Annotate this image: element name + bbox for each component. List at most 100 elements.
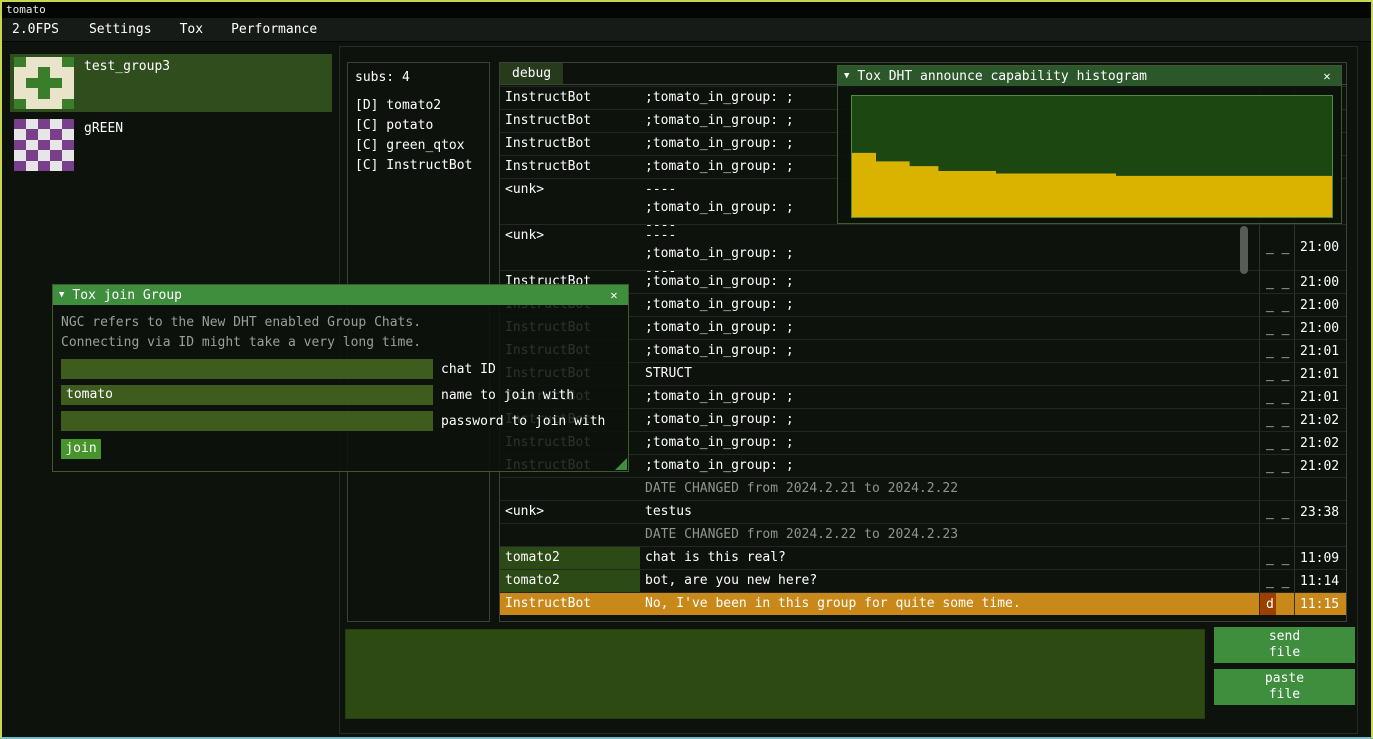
sender-name: InstructBot [500, 593, 640, 615]
message-text: ;tomato_in_group: ; [640, 317, 1259, 339]
message-time: 21:00 [1294, 225, 1346, 270]
message-text: ;tomato_in_group: ; [640, 455, 1259, 477]
message-text: No, I've been in this group for quite so… [640, 593, 1259, 615]
send-file-button[interactable]: send file [1214, 627, 1355, 663]
message-time: 23:38 [1294, 501, 1346, 523]
sender-name: InstructBot [500, 133, 640, 155]
message-text: testus [640, 501, 1259, 523]
sender-name [500, 524, 640, 546]
join-name-row: tomato name to join with [61, 385, 620, 405]
message-time: 11:15 [1294, 593, 1346, 615]
subscriber-item[interactable]: [D] tomato2 [355, 96, 482, 116]
message-time: 21:01 [1294, 363, 1346, 385]
join-name-input[interactable]: tomato [61, 385, 433, 405]
message-text: bot, are you new here? [640, 570, 1259, 592]
chat-id-label: chat ID [441, 362, 496, 377]
join-info-line: Connecting via ID might take a very long… [61, 333, 620, 353]
message-time: 21:00 [1294, 294, 1346, 316]
window-titlebar[interactable]: tomato [2, 2, 1371, 18]
message-flags: d [1259, 593, 1294, 615]
join-group-titlebar[interactable]: ▼ Tox join Group ✕ [53, 285, 628, 305]
join-password-label: password to join with [441, 414, 605, 429]
group-item-test-group3[interactable]: test_group3 [10, 54, 332, 112]
chat-message-row[interactable]: <unk> ---- ;tomato_in_group: ; ---- _ _ … [500, 224, 1346, 270]
chat-message-row[interactable]: tomato2 chat is this real? _ _ 11:09 [500, 546, 1346, 569]
sender-name: InstructBot [500, 156, 640, 178]
tab-debug[interactable]: debug [500, 63, 563, 84]
chat-message-row[interactable]: InstructBot No, I've been in this group … [500, 592, 1346, 615]
message-flags: _ _ [1259, 501, 1294, 523]
message-text: ;tomato_in_group: ; [640, 340, 1259, 362]
sender-name: <unk> [500, 225, 640, 270]
dht-histogram-window: ▼ Tox DHT announce capability histogram … [837, 65, 1342, 224]
join-password-input[interactable] [61, 411, 433, 431]
chat-message-row[interactable]: DATE CHANGED from 2024.2.21 to 2024.2.22 [500, 477, 1346, 500]
join-password-row: password to join with [61, 411, 620, 431]
subscriber-item[interactable]: [C] InstructBot [355, 156, 482, 176]
close-icon[interactable]: ✕ [1319, 69, 1335, 83]
chat-message-row[interactable]: <unk> testus _ _ 23:38 [500, 500, 1346, 523]
group-avatar-icon [14, 57, 74, 109]
message-input[interactable] [345, 629, 1205, 719]
join-info-line: NGC refers to the New DHT enabled Group … [61, 313, 620, 333]
subscriber-item[interactable]: [C] potato [355, 116, 482, 136]
sender-name: <unk> [500, 179, 640, 224]
app-window: tomato 2.0FPS Settings Tox Performance t… [0, 0, 1373, 739]
sender-name: InstructBot [500, 87, 640, 109]
message-flags: _ _ [1259, 432, 1294, 454]
dht-histogram-title: Tox DHT announce capability histogram [857, 69, 1319, 84]
message-text: ---- ;tomato_in_group: ; ---- [640, 225, 1259, 270]
sender-name [500, 478, 640, 500]
message-time: 21:00 [1294, 271, 1346, 293]
chat-id-input[interactable] [61, 359, 433, 379]
message-flags: _ _ [1259, 409, 1294, 431]
menu-settings[interactable]: Settings [75, 22, 166, 37]
message-text: DATE CHANGED from 2024.2.22 to 2024.2.23 [640, 524, 1259, 546]
message-flags: _ _ [1259, 294, 1294, 316]
message-flags: _ _ [1259, 340, 1294, 362]
message-time: 21:02 [1294, 409, 1346, 431]
histogram-plot[interactable] [851, 95, 1333, 218]
group-item-green[interactable]: gREEN [10, 116, 332, 174]
chat-scrollbar-thumb[interactable] [1240, 226, 1248, 274]
subscriber-item[interactable]: [C] green_qtox [355, 136, 482, 156]
message-text: DATE CHANGED from 2024.2.21 to 2024.2.22 [640, 478, 1259, 500]
chat-message-row[interactable]: tomato2 bot, are you new here? _ _ 11:14 [500, 569, 1346, 592]
menu-performance[interactable]: Performance [217, 22, 331, 37]
message-time: 21:00 [1294, 317, 1346, 339]
menu-tox[interactable]: Tox [166, 22, 217, 37]
message-flags [1259, 524, 1294, 546]
resize-grip[interactable] [615, 458, 627, 470]
chat-message-row[interactable]: DATE CHANGED from 2024.2.22 to 2024.2.23 [500, 523, 1346, 546]
collapse-icon[interactable]: ▼ [844, 71, 849, 81]
message-time: 21:01 [1294, 386, 1346, 408]
message-flags: _ _ [1259, 570, 1294, 592]
message-text: ;tomato_in_group: ; [640, 409, 1259, 431]
histogram-plot-svg [852, 96, 1332, 217]
group-name: test_group3 [84, 59, 170, 74]
message-time: 21:01 [1294, 340, 1346, 362]
message-flags [1259, 478, 1294, 500]
message-time: 11:14 [1294, 570, 1346, 592]
message-time: 21:02 [1294, 455, 1346, 477]
message-flags: _ _ [1259, 317, 1294, 339]
sender-name: <unk> [500, 501, 640, 523]
message-flags: _ _ [1259, 271, 1294, 293]
menu-bar: 2.0FPS Settings Tox Performance [2, 18, 1371, 42]
join-button[interactable]: join [61, 439, 101, 459]
fps-counter: 2.0FPS [2, 22, 75, 37]
close-icon[interactable]: ✕ [606, 288, 622, 302]
message-time: 11:09 [1294, 547, 1346, 569]
join-name-label: name to join with [441, 388, 574, 403]
message-text: ;tomato_in_group: ; [640, 386, 1259, 408]
sender-name: tomato2 [500, 570, 640, 592]
join-group-body: NGC refers to the New DHT enabled Group … [53, 305, 628, 467]
message-flags: _ _ [1259, 547, 1294, 569]
chat-id-row: chat ID [61, 359, 620, 379]
window-title: tomato [6, 3, 46, 16]
group-avatar-icon [14, 119, 74, 171]
paste-file-button[interactable]: paste file [1214, 669, 1355, 705]
message-text: STRUCT [640, 363, 1259, 385]
collapse-icon[interactable]: ▼ [59, 290, 64, 300]
dht-histogram-titlebar[interactable]: ▼ Tox DHT announce capability histogram … [838, 66, 1341, 86]
